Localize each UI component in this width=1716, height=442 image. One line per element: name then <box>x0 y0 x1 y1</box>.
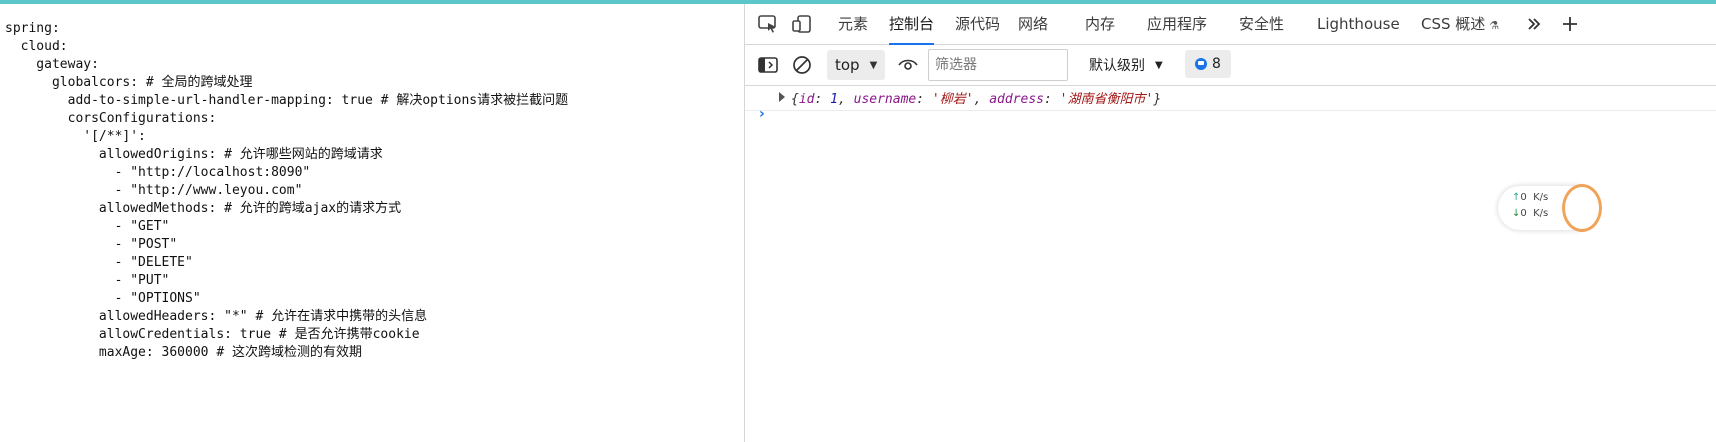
upload-speed-value: 0 <box>1520 192 1527 203</box>
code-line: globalcors: # 全局的跨域处理 <box>5 75 253 90</box>
devtools-tab-bar: 元素 控制台 源代码 网络 内存 应用程序 安全性 Lighthouse CSS… <box>745 4 1716 45</box>
console-log-entry[interactable]: {id: 1, username: '柳岩', address: '湖南省衡阳市… <box>745 84 1716 111</box>
code-line: gateway: <box>5 57 99 72</box>
clear-console-button[interactable] <box>789 53 815 77</box>
speed-unit: K/s <box>1533 192 1549 203</box>
logged-object-preview: {id: 1, username: '柳岩', address: '湖南省衡阳市… <box>791 92 1162 107</box>
assistant-ball-icon[interactable] <box>1562 184 1602 232</box>
filter-input[interactable] <box>928 49 1068 81</box>
issues-counter-button[interactable]: 8 <box>1185 50 1231 78</box>
code-line: add-to-simple-url-handler-mapping: true … <box>5 93 569 108</box>
dropdown-caret-icon: ▼ <box>1155 59 1163 71</box>
object-value: '湖南省衡阳市' <box>1059 92 1154 107</box>
console-toolbar: top ▼ 默认级别 ▼ 8 <box>745 45 1716 86</box>
inspect-element-button[interactable] <box>755 12 781 36</box>
dropdown-caret-icon: ▼ <box>869 59 878 71</box>
code-line: corsConfigurations: <box>5 111 217 126</box>
message-icon <box>1195 58 1208 70</box>
tab-security[interactable]: 安全性 <box>1239 4 1284 44</box>
download-speed: ↓0 K/s <box>1512 208 1548 219</box>
sidebar-toggle-icon <box>758 57 778 73</box>
context-value: top <box>835 56 860 74</box>
object-value: '柳岩' <box>931 92 974 107</box>
double-chevron-right-icon <box>1528 18 1541 30</box>
page-content: spring: cloud: gateway: globalcors: # 全局… <box>0 4 744 442</box>
code-line: allowedHeaders: "*" # 允许在请求中携带的头信息 <box>5 309 428 324</box>
object-key: address <box>989 92 1045 107</box>
log-level-select[interactable]: 默认级别 ▼ <box>1089 50 1163 80</box>
show-sidebar-button[interactable] <box>755 53 781 77</box>
code-line: - "http://www.leyou.com" <box>5 183 303 198</box>
code-line: - "OPTIONS" <box>5 291 201 306</box>
console-prompt-chevron-icon[interactable]: › <box>759 106 765 122</box>
code-line: maxAge: 360000 # 这次跨域检测的有效期 <box>5 345 362 360</box>
tab-application[interactable]: 应用程序 <box>1147 4 1207 44</box>
code-line: cloud: <box>5 39 68 54</box>
live-expression-button[interactable] <box>895 53 921 77</box>
add-panel-button[interactable] <box>1557 12 1583 36</box>
object-key: id <box>798 92 815 107</box>
code-line: - "DELETE" <box>5 255 193 270</box>
tab-elements[interactable]: 元素 <box>838 4 868 44</box>
context-select[interactable]: top ▼ <box>827 50 885 80</box>
code-line: - "GET" <box>5 219 170 234</box>
more-tabs-button[interactable] <box>1521 12 1547 36</box>
download-speed-value: 0 <box>1520 208 1527 219</box>
device-icon <box>792 15 811 33</box>
tab-network[interactable]: 网络 <box>1018 4 1048 44</box>
code-line: - "POST" <box>5 237 178 252</box>
code-line: allowedOrigins: # 允许哪些网站的跨域请求 <box>5 147 383 162</box>
plus-icon <box>1563 17 1577 31</box>
code-line: - "http://localhost:8090" <box>5 165 311 180</box>
tab-memory[interactable]: 内存 <box>1085 4 1115 44</box>
tab-console[interactable]: 控制台 <box>889 4 935 45</box>
code-line: '[/**]': <box>5 129 146 144</box>
experiment-flask-icon: ⚗ <box>1489 19 1500 32</box>
tab-css-overview-label: CSS 概述 <box>1421 15 1486 33</box>
expand-triangle-icon[interactable] <box>779 92 785 102</box>
tab-lighthouse[interactable]: Lighthouse <box>1317 4 1400 44</box>
eye-icon <box>898 59 918 70</box>
device-toolbar-button[interactable] <box>789 12 815 36</box>
code-line: allowCredentials: true # 是否允许携带cookie <box>5 327 420 342</box>
code-line: spring: <box>5 21 60 36</box>
tab-css-overview[interactable]: CSS 概述 ⚗ <box>1421 4 1499 44</box>
speed-unit: K/s <box>1533 208 1549 219</box>
inspect-icon <box>758 15 776 33</box>
object-key: username <box>853 92 917 107</box>
issues-count: 8 <box>1212 56 1221 72</box>
tab-sources[interactable]: 源代码 <box>955 4 1000 44</box>
yaml-code-block: spring: cloud: gateway: globalcors: # 全局… <box>5 20 568 362</box>
code-line: - "PUT" <box>5 273 170 288</box>
code-line: allowedMethods: # 允许的跨域ajax的请求方式 <box>5 201 402 216</box>
log-level-value: 默认级别 <box>1089 58 1145 74</box>
clear-circle-slash-icon <box>793 56 811 74</box>
object-value: 1 <box>830 92 838 107</box>
upload-speed: ↑0 K/s <box>1512 192 1548 203</box>
